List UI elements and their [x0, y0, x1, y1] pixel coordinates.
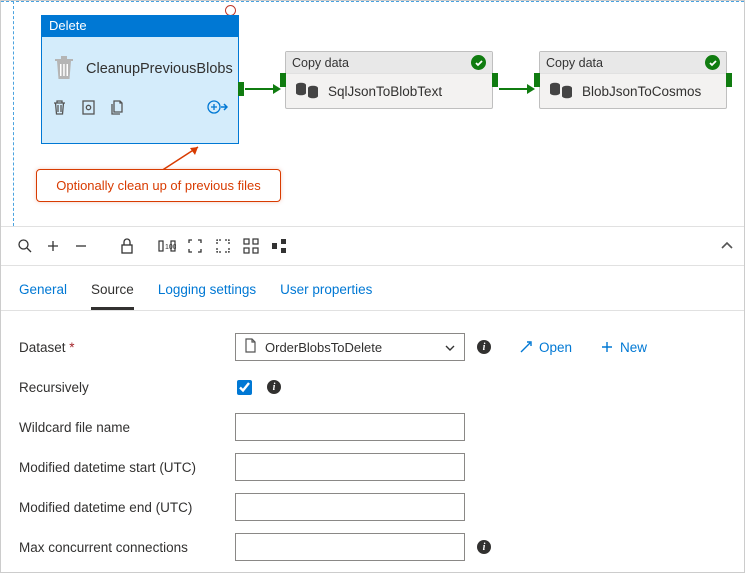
new-dataset-button[interactable]: New [600, 340, 647, 355]
copy-data-icon [294, 80, 320, 103]
recursively-checkbox[interactable] [237, 380, 252, 395]
recursively-label: Recursively [19, 380, 229, 395]
output-handle[interactable] [726, 73, 732, 87]
modified-end-label: Modified datetime end (UTC) [19, 500, 229, 515]
tab-user-properties[interactable]: User properties [280, 276, 372, 310]
wildcard-label: Wildcard file name [19, 420, 229, 435]
dataset-select[interactable]: OrderBlobsToDelete [235, 333, 465, 361]
open-dataset-button[interactable]: Open [519, 340, 572, 355]
collapse-panel-icon[interactable] [720, 239, 734, 254]
zoom-reset-icon[interactable]: 100% [153, 232, 181, 260]
annotation-text: Optionally clean up of previous files [56, 178, 261, 193]
success-connector[interactable] [245, 88, 275, 90]
success-connector[interactable] [499, 88, 529, 90]
zoom-out-icon[interactable] [67, 232, 95, 260]
max-connections-input[interactable] [235, 533, 465, 561]
modified-start-input[interactable] [235, 453, 465, 481]
add-output-icon[interactable] [206, 98, 228, 119]
file-icon [244, 338, 257, 356]
info-icon[interactable]: i [477, 340, 491, 354]
breakpoint-icon[interactable] [81, 99, 96, 119]
annotation-callout: Optionally clean up of previous files [36, 169, 281, 202]
dataset-label: Dataset * [19, 340, 229, 355]
modified-end-input[interactable] [235, 493, 465, 521]
fullscreen-icon[interactable] [209, 232, 237, 260]
required-indicator: * [69, 340, 74, 355]
pipeline-canvas[interactable]: Delete CleanupPreviousBlobs [1, 1, 744, 226]
info-icon[interactable]: i [477, 540, 491, 554]
search-icon[interactable] [11, 232, 39, 260]
zoom-in-icon[interactable] [39, 232, 67, 260]
output-handle[interactable] [492, 73, 498, 87]
output-handle[interactable] [238, 82, 244, 96]
property-tabs: General Source Logging settings User pro… [1, 266, 744, 311]
fit-to-screen-icon[interactable] [181, 232, 209, 260]
trash-icon [52, 53, 76, 84]
alignment-guide-vertical [13, 1, 14, 226]
activity-node-delete[interactable]: Delete CleanupPreviousBlobs [41, 34, 239, 144]
modified-start-label: Modified datetime start (UTC) [19, 460, 229, 475]
source-form: Dataset * OrderBlobsToDelete i Open New … [1, 311, 744, 583]
delete-icon[interactable] [52, 99, 67, 119]
chevron-down-icon [444, 340, 456, 355]
activity-node-type-label: Copy data [546, 56, 603, 70]
activity-node-name: BlobJsonToCosmos [582, 84, 701, 99]
input-handle[interactable] [280, 73, 286, 87]
status-success-icon [471, 55, 486, 70]
activity-node-type-label: Copy data [292, 56, 349, 70]
info-icon[interactable]: i [267, 380, 281, 394]
wildcard-input[interactable] [235, 413, 465, 441]
lock-icon[interactable] [113, 232, 141, 260]
canvas-toolbar: 100% [1, 226, 744, 266]
activity-node-copy-2[interactable]: Copy data BlobJsonToCosmos [539, 51, 727, 109]
status-success-icon [705, 55, 720, 70]
activity-node-name: SqlJsonToBlobText [328, 84, 442, 99]
dataset-value: OrderBlobsToDelete [265, 340, 382, 355]
layout-flow-icon[interactable] [265, 232, 293, 260]
tab-source[interactable]: Source [91, 276, 134, 310]
tab-general[interactable]: General [19, 276, 67, 310]
copy-icon[interactable] [110, 99, 125, 119]
activity-node-name: CleanupPreviousBlobs [86, 61, 233, 77]
activity-node-type-label: Delete [41, 15, 239, 37]
auto-align-icon[interactable] [237, 232, 265, 260]
max-connections-label: Max concurrent connections [19, 540, 229, 555]
alignment-guide-horizontal [1, 1, 744, 2]
copy-data-icon [548, 80, 574, 103]
activity-node-copy-1[interactable]: Copy data SqlJsonToBlobText [285, 51, 493, 109]
input-handle[interactable] [534, 73, 540, 87]
tab-logging-settings[interactable]: Logging settings [158, 276, 256, 310]
